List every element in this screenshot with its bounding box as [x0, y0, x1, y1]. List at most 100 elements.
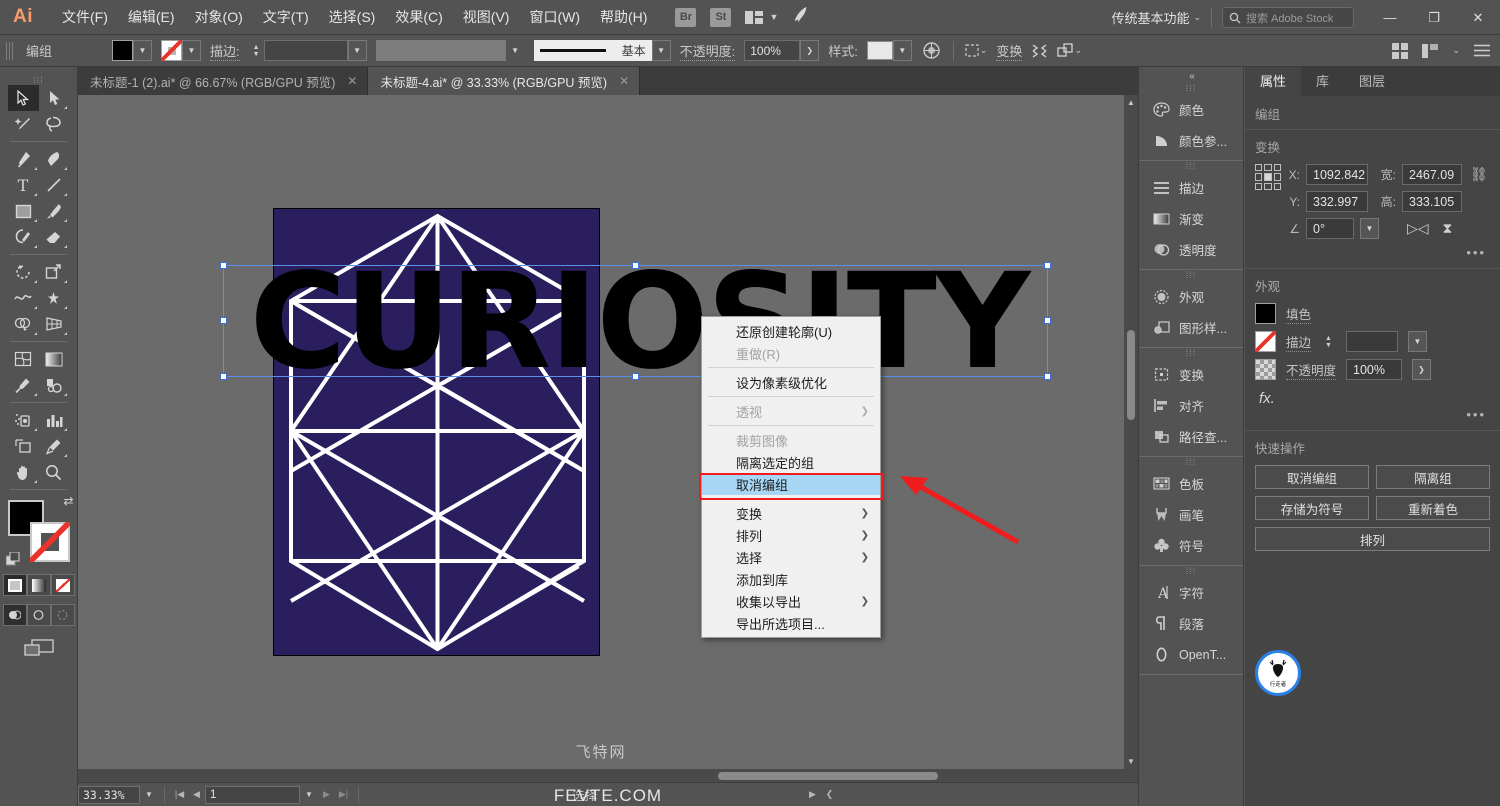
context-menu-item-select[interactable]: 选择 ❯ [702, 546, 880, 568]
gradient-button[interactable] [26, 574, 51, 596]
appearance-stroke-swatch[interactable] [1255, 331, 1276, 352]
dock-group-grip[interactable]: ⁞⁞⁞ [1139, 83, 1243, 94]
draw-normal-button[interactable] [2, 604, 27, 626]
blend-tool[interactable] [39, 372, 70, 398]
paintbrush-tool[interactable] [39, 198, 70, 224]
selection-handle-tc[interactable] [631, 262, 639, 269]
magic-wand-tool[interactable] [8, 111, 39, 137]
bridge-icon[interactable]: Br [675, 7, 697, 27]
panel-grid-icon[interactable] [1392, 42, 1409, 59]
panel-button-align[interactable]: 对齐 [1139, 390, 1243, 421]
panel-button-pathfinder[interactable]: 路径查... [1139, 421, 1243, 452]
symbol-sprayer-tool[interactable] [8, 407, 39, 433]
menu-type[interactable]: 文字(T) [253, 0, 319, 35]
free-transform-tool[interactable] [39, 285, 70, 311]
swap-fill-stroke-icon[interactable]: ⇄ [63, 494, 73, 508]
draw-behind-button[interactable] [26, 604, 51, 626]
flip-horizontal-icon[interactable]: ▷◁ [1407, 220, 1429, 237]
arrange-chevron-icon[interactable]: ⌄ [1074, 45, 1082, 56]
constrain-proportions-icon[interactable]: ⛓ [1470, 166, 1488, 183]
selection-handle-tr[interactable] [1044, 262, 1051, 269]
menu-select[interactable]: 选择(S) [319, 0, 386, 35]
menu-file[interactable]: 文件(F) [52, 0, 118, 35]
flip-vertical-icon[interactable]: ⧗ [1443, 220, 1453, 237]
transform-more-options[interactable]: ••• [1287, 245, 1490, 260]
selection-tool[interactable] [8, 85, 39, 111]
horizontal-scroll-thumb[interactable] [718, 772, 938, 780]
close-button[interactable]: ✕ [1456, 0, 1500, 35]
stroke-label[interactable]: 描边: [210, 41, 240, 61]
variable-width-profile[interactable] [375, 40, 506, 61]
eraser-tool[interactable] [39, 224, 70, 250]
ungroup-button[interactable]: 取消编组 [1255, 465, 1369, 489]
context-menu-item-export-selection[interactable]: 导出所选项目... [702, 612, 880, 634]
canvas-vertical-scrollbar[interactable]: ▲ ▼ [1124, 95, 1138, 782]
context-menu-item-ungroup[interactable]: 取消编组 [702, 473, 880, 495]
zoom-tool[interactable] [39, 459, 70, 485]
opacity-label[interactable]: 不透明度: [679, 41, 736, 61]
tools-panel-grip[interactable]: ⁞⁞⁞ [0, 75, 77, 85]
discover-rocket-icon[interactable] [791, 6, 812, 29]
arrange-documents-icon[interactable]: ▼ [745, 10, 778, 24]
appearance-opacity-swatch[interactable] [1255, 359, 1276, 380]
context-menu[interactable]: 还原创建轮廓(U) 重做(R) 设为像素级优化 透视 ❯ 裁剪图像 隔离选定的组… [701, 316, 881, 638]
direct-selection-tool[interactable] [39, 85, 70, 111]
minimize-button[interactable]: — [1368, 0, 1412, 35]
x-input[interactable]: 1092.842 [1306, 164, 1368, 185]
context-menu-item-undo[interactable]: 还原创建轮廓(U) [702, 320, 880, 342]
appearance-opacity-input[interactable]: 100% [1346, 359, 1403, 380]
appearance-stroke-stepper[interactable]: ▲ ▼ [1321, 331, 1336, 352]
panel-button-symbols[interactable]: 符号 [1139, 530, 1243, 561]
rectangle-tool[interactable] [8, 198, 39, 224]
none-button[interactable] [50, 574, 75, 596]
recolor-button[interactable]: 重新着色 [1376, 496, 1490, 520]
appearance-stroke-weight-input[interactable] [1346, 331, 1399, 352]
artboard-tool[interactable] [8, 433, 39, 459]
dock-group-grip[interactable]: ⁞⁞⁞ [1139, 457, 1243, 468]
brush-definition[interactable]: 基本 [533, 40, 652, 61]
stroke-weight-stepper[interactable]: ▲ ▼ [249, 40, 264, 61]
arrange-button[interactable]: 排列 [1255, 527, 1490, 551]
scroll-up-icon[interactable]: ▲ [1124, 95, 1138, 109]
slice-tool[interactable] [39, 433, 70, 459]
select-similar-chevron-icon[interactable]: ⌄ [980, 45, 988, 56]
scale-tool[interactable] [39, 259, 70, 285]
pen-tool[interactable] [8, 146, 39, 172]
panel-arrange-icon[interactable] [1422, 43, 1439, 58]
panel-button-color[interactable]: 颜色 [1139, 94, 1243, 125]
brush-definition-dropdown[interactable]: ▼ [651, 40, 671, 61]
expand-panels-icon[interactable]: « [1139, 71, 1245, 82]
selection-handle-br[interactable] [1044, 373, 1051, 380]
document-tab-2[interactable]: 未标题-4.ai* @ 33.33% (RGB/GPU 预览) ✕ [368, 67, 641, 95]
menu-object[interactable]: 对象(O) [185, 0, 253, 35]
arrange-icon[interactable] [1057, 42, 1074, 59]
menu-help[interactable]: 帮助(H) [590, 0, 657, 35]
context-menu-item-transform[interactable]: 变换 ❯ [702, 502, 880, 524]
type-tool[interactable]: T [8, 172, 39, 198]
stroke-weight-input[interactable] [263, 40, 348, 61]
dock-group-grip[interactable]: ⁞⁞⁞ [1139, 270, 1243, 281]
rotate-tool[interactable] [8, 259, 39, 285]
draw-inside-button[interactable] [50, 604, 75, 626]
align-icon[interactable] [1031, 43, 1048, 59]
toolbar-stroke-swatch[interactable] [29, 522, 70, 562]
screen-mode-button[interactable] [0, 638, 77, 658]
y-input[interactable]: 332.997 [1306, 191, 1368, 212]
context-menu-item-add-to-library[interactable]: 添加到库 [702, 568, 880, 590]
maximize-button[interactable]: ❐ [1412, 0, 1456, 35]
selection-bounding-box[interactable] [220, 262, 1051, 380]
default-fill-stroke-icon[interactable] [5, 552, 22, 566]
panel-button-appearance[interactable]: 外观 [1139, 281, 1243, 312]
opacity-input[interactable]: 100% [744, 40, 801, 61]
hand-tool[interactable] [8, 459, 39, 485]
variable-width-dropdown[interactable]: ▼ [506, 40, 525, 61]
panel-button-color-guide[interactable]: 颜色参... [1139, 125, 1243, 156]
canvas-horizontal-scrollbar[interactable] [78, 769, 1124, 782]
selection-handle-bc[interactable] [631, 373, 639, 380]
height-input[interactable]: 333.105 [1402, 191, 1462, 212]
tab-properties[interactable]: 属性 [1245, 67, 1302, 96]
perspective-grid-tool[interactable] [39, 311, 70, 337]
panel-menu-icon[interactable] [1474, 44, 1490, 57]
selection-handle-bl[interactable] [220, 373, 227, 380]
lasso-tool[interactable] [39, 111, 70, 137]
